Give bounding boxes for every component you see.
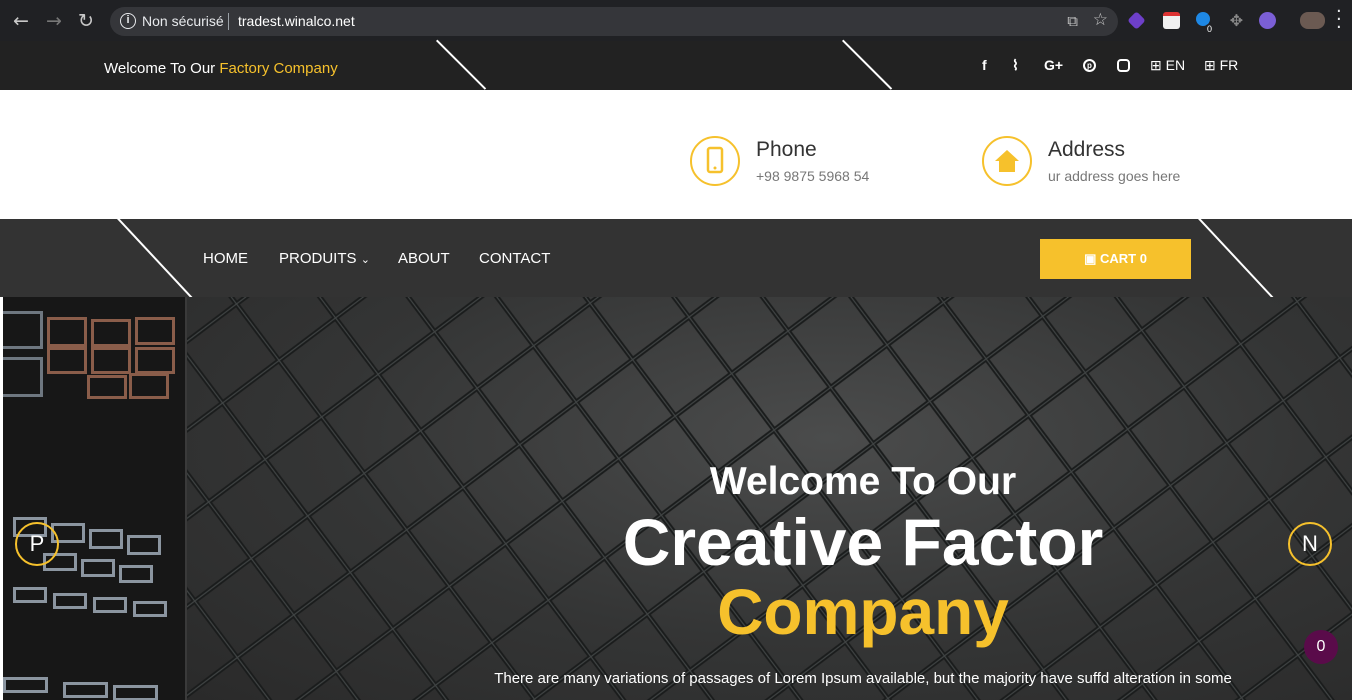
welcome-prefix: Welcome To Our — [104, 60, 216, 77]
cart-label: CART 0 — [1099, 251, 1147, 266]
nav-about[interactable]: ABOUT — [398, 250, 450, 267]
chevron-down-icon: ⌄ — [360, 254, 370, 266]
lang-en[interactable]: ⊞ EN — [1150, 57, 1185, 74]
floating-counter-badge[interactable]: 0 — [1304, 630, 1338, 664]
facebook-icon[interactable]: f — [982, 57, 987, 73]
info-icon[interactable]: i — [120, 13, 136, 29]
extension-badge: 0 — [1204, 24, 1215, 35]
main-nav: HOME PRODUITS ⌄ ABOUT CONTACT ▣ CART 0 — [0, 217, 1352, 300]
decor-slash — [1198, 217, 1275, 300]
welcome-text: Welcome To Our Factory Company — [104, 60, 338, 77]
hero-line2: Creative Factor — [622, 505, 1104, 579]
extension-diamond-icon[interactable] — [1127, 11, 1146, 30]
nav-produits-label: PRODUITS — [279, 250, 357, 267]
phone-value: +98 9875 5968 54 — [756, 168, 870, 184]
nav-produits[interactable]: PRODUITS ⌄ — [279, 250, 370, 267]
lang-fr-label: FR — [1219, 57, 1239, 73]
divider — [228, 13, 229, 30]
top-bar: Welcome To Our Factory Company f ⌇ G+ p … — [0, 39, 1352, 90]
forward-icon[interactable]: → — [43, 10, 65, 32]
hero-line1: Welcome To Our — [709, 460, 1017, 503]
menu-icon[interactable]: · · · — [1336, 3, 1342, 37]
extension-circle-icon[interactable] — [1259, 12, 1276, 29]
extension-notes-icon[interactable] — [1163, 12, 1180, 29]
back-icon[interactable]: ← — [10, 10, 32, 32]
pinterest-icon[interactable]: p — [1083, 59, 1096, 72]
google-plus-icon[interactable]: G+ — [1044, 57, 1063, 73]
url-text[interactable]: tradest.winalco.net — [238, 13, 355, 29]
lang-fr[interactable]: ⊞ FR — [1204, 57, 1238, 74]
nav-contact[interactable]: CONTACT — [479, 250, 550, 267]
decor-slash — [117, 217, 194, 300]
lang-en-label: EN — [1165, 57, 1186, 73]
extension-move-icon[interactable]: ✥ — [1228, 12, 1245, 29]
bookmark-star-icon[interactable]: ☆ — [1093, 10, 1108, 30]
prev-slide-button[interactable]: P — [15, 522, 59, 566]
browser-toolbar: ← → ↻ i Non sécurisé tradest.winalco.net… — [0, 0, 1352, 41]
rss-icon[interactable]: ⌇ — [1012, 57, 1019, 74]
home-icon — [982, 136, 1032, 186]
hero-line3: Company — [717, 576, 1009, 648]
avatar[interactable] — [1300, 12, 1325, 29]
welcome-highlight: Factory Company — [219, 60, 338, 77]
hero-side-image — [3, 297, 187, 700]
phone-icon — [690, 136, 740, 186]
address-bar[interactable]: i Non sécurisé tradest.winalco.net ⧉ ☆ — [110, 7, 1118, 36]
hero-slider: P N Welcome To Our Creative Factor Compa… — [3, 297, 1352, 700]
next-slide-button[interactable]: N — [1288, 522, 1332, 566]
decor-slash — [842, 39, 893, 90]
cart-button[interactable]: ▣ CART 0 — [1040, 239, 1191, 279]
phone-title: Phone — [756, 138, 817, 161]
security-label: Non sécurisé — [142, 13, 224, 29]
nav-home[interactable]: HOME — [203, 250, 248, 267]
address-title: Address — [1048, 138, 1126, 161]
translate-icon[interactable]: ⧉ — [1067, 12, 1078, 30]
shopping-bag-icon: ▣ — [1084, 251, 1097, 266]
site-header: Phone +98 9875 5968 54 Address ur addres… — [3, 90, 1352, 219]
instagram-icon[interactable] — [1117, 59, 1130, 72]
reload-icon[interactable]: ↻ — [75, 10, 97, 32]
address-value: ur address goes here — [1048, 168, 1181, 184]
hero-description: There are many variations of passages of… — [494, 670, 1232, 687]
decor-slash — [436, 39, 487, 90]
